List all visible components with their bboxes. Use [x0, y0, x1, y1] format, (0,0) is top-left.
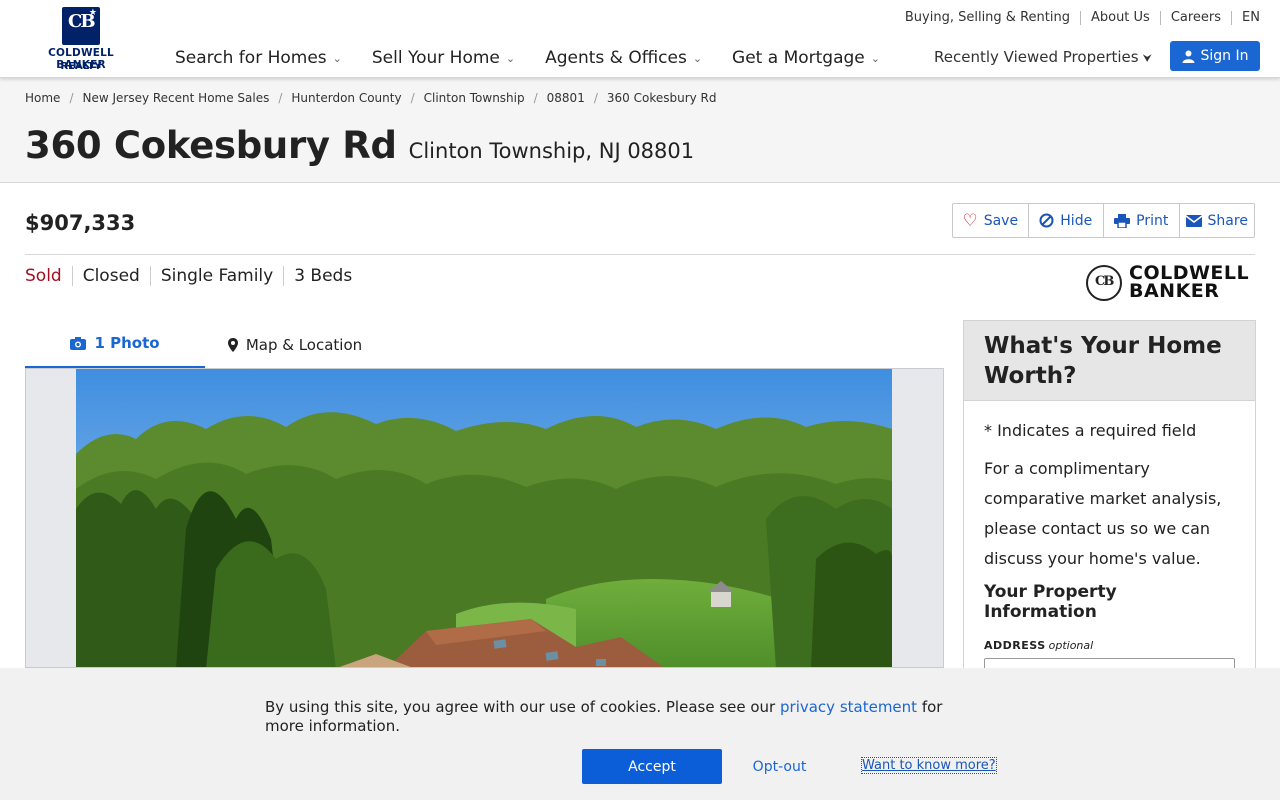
photo-gallery[interactable]	[25, 368, 944, 668]
divider	[1159, 11, 1161, 25]
nav-search-for-homes[interactable]: Search for Homes ⌄	[175, 48, 342, 68]
breadcrumb-home[interactable]: Home	[25, 91, 60, 105]
site-header: CB ★ COLDWELL BANKER REALTY Search for H…	[0, 0, 1280, 78]
panel-description: For a complimentary comparative market a…	[984, 459, 1222, 568]
language-selector[interactable]: EN	[1242, 10, 1260, 25]
cb-wordmark: COLDWELL BANKER	[1129, 264, 1249, 302]
util-link-about-us[interactable]: About Us	[1091, 10, 1150, 25]
property-photo[interactable]	[76, 369, 892, 667]
panel-header: What's Your Home Worth?	[964, 321, 1255, 401]
nav-label: Search for Homes	[175, 48, 327, 68]
breadcrumb-state[interactable]: New Jersey Recent Home Sales	[82, 91, 269, 105]
breadcrumb-separator: /	[533, 91, 538, 105]
logo-mark: CB ★	[62, 7, 100, 45]
main-nav: Search for Homes ⌄ Sell Your Home ⌄ Agents…	[175, 48, 910, 68]
opt-out-button[interactable]: Opt-out	[742, 749, 817, 784]
save-label: Save	[983, 212, 1019, 229]
breadcrumb-separator: /	[410, 91, 415, 105]
util-link-buying-selling[interactable]: Buying, Selling & Renting	[905, 10, 1070, 25]
want-to-know-more-link[interactable]: Want to know more?	[861, 757, 997, 774]
cb-wordmark-line2: BANKER	[1129, 280, 1220, 302]
double-chevron-down-icon: ⮟	[1142, 52, 1152, 65]
cookie-message: By using this site, you agree with our u…	[265, 698, 985, 736]
chevron-down-icon: ⌄	[332, 51, 342, 65]
listing-address: 360 Cokesbury Rd Clinton Township, NJ 08…	[25, 124, 694, 167]
star-icon: ★	[88, 8, 97, 18]
cb-seal-text: CB	[1095, 274, 1114, 289]
accept-cookies-button[interactable]: Accept	[582, 749, 722, 784]
breadcrumb-current: 360 Cokesbury Rd	[606, 91, 717, 105]
nav-agents-offices[interactable]: Agents & Offices ⌄	[545, 48, 702, 68]
divider	[1231, 11, 1233, 25]
recently-viewed-dropdown[interactable]: Recently Viewed Properties ⮟	[934, 48, 1152, 66]
chevron-down-icon: ⌄	[870, 51, 880, 65]
listing-price: $907,333	[25, 211, 136, 235]
address-label-text: ADDRESS	[984, 639, 1046, 652]
user-icon	[1182, 50, 1194, 63]
property-type: Single Family	[149, 266, 283, 286]
camera-icon	[70, 336, 87, 350]
printer-icon	[1114, 213, 1131, 228]
share-button[interactable]: Share	[1180, 204, 1255, 237]
nav-label: Sell Your Home	[371, 48, 500, 68]
page-title: 360 Cokesbury Rd	[25, 124, 397, 167]
panel-title: What's Your Home Worth?	[984, 333, 1222, 389]
chevron-down-icon: ⌄	[692, 51, 703, 65]
print-button[interactable]: Print	[1104, 204, 1180, 237]
hide-button[interactable]: Hide	[1029, 204, 1104, 237]
media-tabs: 1 Photo Map & Location	[25, 320, 943, 369]
divider	[25, 254, 1255, 255]
breadcrumb-separator: /	[593, 91, 598, 105]
property-info-heading: Your Property Information	[984, 582, 1117, 622]
sign-in-label: Sign In	[1200, 48, 1249, 64]
required-field-note: * Indicates a required field	[984, 421, 1197, 440]
tab-photos[interactable]: 1 Photo	[25, 320, 205, 369]
recently-viewed-label: Recently Viewed Properties	[934, 48, 1139, 66]
nav-sell-your-home[interactable]: Sell Your Home ⌄	[372, 48, 515, 68]
tab-map-label: Map & Location	[245, 335, 363, 354]
chevron-down-icon: ⌄	[505, 51, 516, 65]
breadcrumb-separator: /	[278, 91, 283, 105]
coldwell-banker-realty-logo[interactable]: CB ★ COLDWELL BANKER REALTY	[24, 7, 138, 73]
breadcrumb-township[interactable]: Clinton Township	[424, 91, 525, 105]
util-link-careers[interactable]: Careers	[1171, 10, 1221, 25]
status-sold: Sold	[25, 266, 62, 286]
bed-count: 3 Beds	[283, 266, 362, 286]
hide-icon	[1039, 213, 1054, 228]
address-label: ADDRESS optional	[984, 639, 1235, 652]
breadcrumb-county[interactable]: Hunterdon County	[291, 91, 401, 105]
cb-seal-icon: CB	[1086, 265, 1122, 301]
listing-tags: Sold Closed Single Family 3 Beds	[25, 266, 362, 286]
nav-label: Get a Mortgage	[732, 48, 865, 68]
breadcrumb-zip[interactable]: 08801	[547, 91, 585, 105]
listing-actions: ♡ Save Hide Print Share	[952, 203, 1255, 238]
divider	[1079, 11, 1081, 25]
breadcrumb: Home / New Jersey Recent Home Sales / Hunt…	[25, 91, 717, 105]
address-optional-hint: optional	[1048, 639, 1094, 652]
hide-label: Hide	[1060, 212, 1093, 229]
logo-text-line2: REALTY	[60, 61, 102, 72]
cookie-banner: By using this site, you agree with our u…	[0, 668, 1280, 800]
heart-icon: ♡	[962, 210, 978, 231]
tab-photos-label: 1 Photo	[94, 334, 160, 352]
cookie-text-before: By using this site, you agree with our u…	[265, 698, 780, 716]
home-worth-panel: What's Your Home Worth? * Indicates a re…	[963, 320, 1256, 694]
save-button[interactable]: ♡ Save	[953, 204, 1029, 237]
breadcrumb-separator: /	[69, 91, 74, 105]
city-state-zip: Clinton Township, NJ 08801	[408, 139, 695, 163]
title-band: Home / New Jersey Recent Home Sales / Hunt…	[0, 78, 1280, 183]
map-pin-icon	[227, 337, 238, 352]
sign-in-button[interactable]: Sign In	[1170, 41, 1260, 71]
print-label: Print	[1136, 212, 1169, 229]
nav-get-a-mortgage[interactable]: Get a Mortgage ⌄	[732, 48, 880, 68]
utility-nav: Buying, Selling & Renting About Us Caree…	[905, 10, 1260, 25]
nav-label: Agents & Offices	[545, 48, 687, 68]
envelope-icon	[1185, 214, 1202, 227]
property-photo-image	[76, 369, 892, 667]
share-label: Share	[1207, 212, 1248, 229]
tab-map-location[interactable]: Map & Location	[205, 320, 385, 369]
status-closed: Closed	[71, 266, 150, 286]
coldwell-banker-logo: CB COLDWELL BANKER	[1086, 264, 1249, 302]
privacy-statement-link[interactable]: privacy statement	[780, 698, 917, 716]
